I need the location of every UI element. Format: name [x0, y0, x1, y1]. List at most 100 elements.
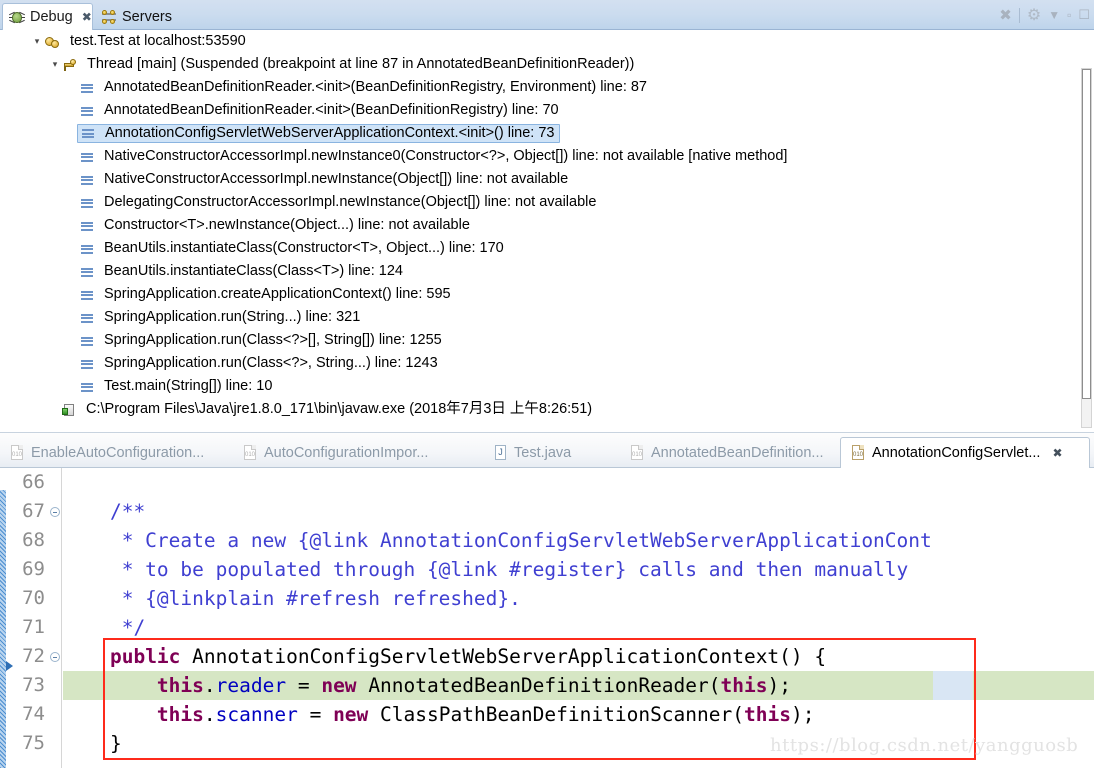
editor-tab-3[interactable]: J Test.java [483, 437, 615, 468]
expand-collapse-icon[interactable]: ▾ [48, 60, 62, 69]
debug-target-icon [44, 34, 60, 50]
line-number: 67 [6, 497, 61, 526]
stack-frame-icon [80, 380, 94, 394]
line-number-ruler: 66 67 68 69 70 71 72 73 74 75 [6, 468, 62, 768]
tree-row-label: SpringApplication.run(Class<?>[], String… [104, 332, 442, 349]
tree-row-label: C:\Program Files\Java\jre1.8.0_171\bin\j… [86, 401, 593, 418]
chevron-down-icon[interactable]: ▼ [1048, 8, 1060, 22]
tree-row-label: Constructor<T>.newInstance(Object...) li… [104, 217, 470, 234]
stack-frame-icon [80, 265, 94, 279]
stack-frame-icon [80, 104, 94, 118]
expand-collapse-icon[interactable]: ▾ [30, 37, 44, 46]
stack-frame-icon [80, 311, 94, 325]
tree-row[interactable]: SpringApplication.run(Class<?>[], String… [0, 329, 1094, 352]
fold-collapse-icon[interactable] [50, 652, 60, 662]
servers-icon [101, 9, 117, 25]
tree-row[interactable]: Test.main(String[]) line: 10 [0, 375, 1094, 398]
editor-tab-5[interactable]: 010 AnnotationConfigServlet... ✖ [840, 437, 1090, 468]
stack-frame-icon [80, 219, 94, 233]
close-icon[interactable]: ✖ [1052, 446, 1062, 460]
tree-row[interactable]: BeanUtils.instantiateClass(Class<T>) lin… [0, 260, 1094, 283]
code-text-area[interactable]: /** * Create a new {@link AnnotationConf… [63, 468, 1094, 768]
tree-row-label: DelegatingConstructorAccessorImpl.newIns… [104, 194, 597, 211]
code-line[interactable]: public AnnotationConfigServletWebServerA… [63, 642, 1094, 671]
toolbar-separator [1018, 7, 1020, 23]
remove-all-terminated-icon[interactable]: ✖ [999, 6, 1012, 24]
line-number: 74 [22, 703, 45, 725]
tree-row-label: BeanUtils.instantiateClass(Class<T>) lin… [104, 263, 403, 280]
editor-tab-label: AutoConfigurationImpor... [264, 444, 429, 461]
tree-row[interactable]: NativeConstructorAccessorImpl.newInstanc… [0, 168, 1094, 191]
code-line[interactable]: this.scanner = new ClassPathBeanDefiniti… [63, 700, 1094, 729]
tree-row-label: NativeConstructorAccessorImpl.newInstanc… [104, 171, 569, 188]
stack-frame-icon [80, 288, 94, 302]
tree-row[interactable]: AnnotatedBeanDefinitionReader.<init>(Bea… [0, 99, 1094, 122]
debug-stack-tree[interactable]: ▾ test.Test at localhost:53590 ▾ Thread [ma… [0, 30, 1094, 432]
tab-debug-label: Debug [30, 9, 73, 25]
tree-row[interactable]: DelegatingConstructorAccessorImpl.newIns… [0, 191, 1094, 214]
tab-servers-label: Servers [122, 8, 172, 25]
class-file-icon: 010 [629, 444, 645, 461]
class-file-icon: 010 [850, 445, 866, 461]
editor-tab-2[interactable]: 010 AutoConfigurationImpor... [233, 437, 478, 468]
stack-frame-icon [80, 334, 94, 348]
code-line[interactable] [63, 468, 1094, 497]
tree-row-label: AnnotatedBeanDefinitionReader.<init>(Bea… [104, 79, 647, 96]
thread-icon [62, 57, 77, 73]
editor-tab-4[interactable]: 010 AnnotatedBeanDefinition... [620, 437, 835, 468]
tree-row[interactable]: ▾ test.Test at localhost:53590 [0, 30, 1094, 53]
line-number: 73 [22, 674, 45, 696]
tree-row[interactable]: SpringApplication.run(Class<?>, String..… [0, 352, 1094, 375]
line-number: 71 [22, 616, 45, 638]
scrollbar-thumb[interactable] [1082, 69, 1091, 399]
tree-row[interactable]: BeanUtils.instantiateClass(Constructor<T… [0, 237, 1094, 260]
tree-row-label: AnnotationConfigServletWebServerApplicat… [105, 124, 555, 141]
code-line[interactable]: */ [63, 613, 1094, 642]
eclipse-debug-window: Debug ✖ Servers ✖ ⚙ ▼ ▫ ☐ ▾ test.Test at … [0, 0, 1094, 768]
debug-tree-vertical-scrollbar[interactable] [1081, 68, 1092, 428]
tree-row[interactable]: NativeConstructorAccessorImpl.newInstanc… [0, 145, 1094, 168]
tree-row[interactable]: SpringApplication.run(String...) line: 3… [0, 306, 1094, 329]
view-toolbar: ✖ ⚙ ▼ ▫ ☐ [999, 4, 1090, 26]
tree-row-label: NativeConstructorAccessorImpl.newInstanc… [104, 148, 788, 165]
editor-tab-bar: 010 EnableAutoConfiguration... 010 AutoConf… [0, 432, 1094, 468]
selection-highlight [933, 671, 973, 700]
fold-collapse-icon[interactable] [50, 507, 60, 517]
tree-row-label: SpringApplication.createApplicationConte… [104, 286, 451, 303]
stack-frame-icon [80, 242, 94, 256]
tab-debug[interactable]: Debug ✖ [2, 3, 93, 30]
stack-frame-icon [80, 81, 94, 95]
code-line[interactable]: * {@linkplain #refresh refreshed}. [63, 584, 1094, 613]
stack-frame-icon [80, 196, 94, 210]
tree-row-label: BeanUtils.instantiateClass(Constructor<T… [104, 240, 504, 257]
view-menu-gear-icon[interactable]: ⚙ [1027, 5, 1041, 25]
close-icon[interactable]: ✖ [82, 10, 92, 24]
tab-servers[interactable]: Servers [95, 3, 180, 30]
line-number: 72 [6, 642, 61, 671]
tree-row[interactable]: Constructor<T>.newInstance(Object...) li… [0, 214, 1094, 237]
code-editor[interactable]: 66 67 68 69 70 71 72 73 74 75 /** * Create a new … [0, 468, 1094, 768]
editor-tab-1[interactable]: 010 EnableAutoConfiguration... [0, 437, 228, 468]
java-file-icon: J [492, 444, 508, 461]
tree-row-label: Test.main(String[]) line: 10 [104, 378, 273, 395]
stack-frame-icon [81, 126, 95, 140]
code-line[interactable]: * Create a new {@link AnnotationConfigSe… [63, 526, 1094, 555]
code-line[interactable]: * to be populated through {@link #regist… [63, 555, 1094, 584]
editor-tab-label: EnableAutoConfiguration... [31, 444, 205, 461]
maximize-view-icon[interactable]: ☐ [1078, 7, 1090, 23]
tree-row-selected[interactable]: AnnotationConfigServletWebServerApplicat… [0, 122, 1094, 145]
tree-row[interactable]: ▾ Thread [main] (Suspended (breakpoint at… [0, 53, 1094, 76]
stack-frame-icon [80, 173, 94, 187]
watermark-text: https://blog.csdn.net/yangguosb [770, 735, 1079, 756]
tree-row[interactable]: AnnotatedBeanDefinitionReader.<init>(Bea… [0, 76, 1094, 99]
tree-row-label: AnnotatedBeanDefinitionReader.<init>(Bea… [104, 102, 559, 119]
editor-tab-label: AnnotationConfigServlet... [872, 445, 1041, 461]
tree-row[interactable]: SpringApplication.createApplicationConte… [0, 283, 1094, 306]
code-line-current[interactable]: this.reader = new AnnotatedBeanDefinitio… [63, 671, 1094, 700]
line-number: 75 [22, 732, 45, 754]
minimize-view-icon[interactable]: ▫ [1067, 8, 1071, 22]
tree-row[interactable]: C:\Program Files\Java\jre1.8.0_171\bin\j… [0, 398, 1094, 421]
code-line[interactable]: /** [63, 497, 1094, 526]
stack-frame-icon [80, 150, 94, 164]
tree-row-label: Thread [main] (Suspended (breakpoint at … [87, 56, 635, 73]
